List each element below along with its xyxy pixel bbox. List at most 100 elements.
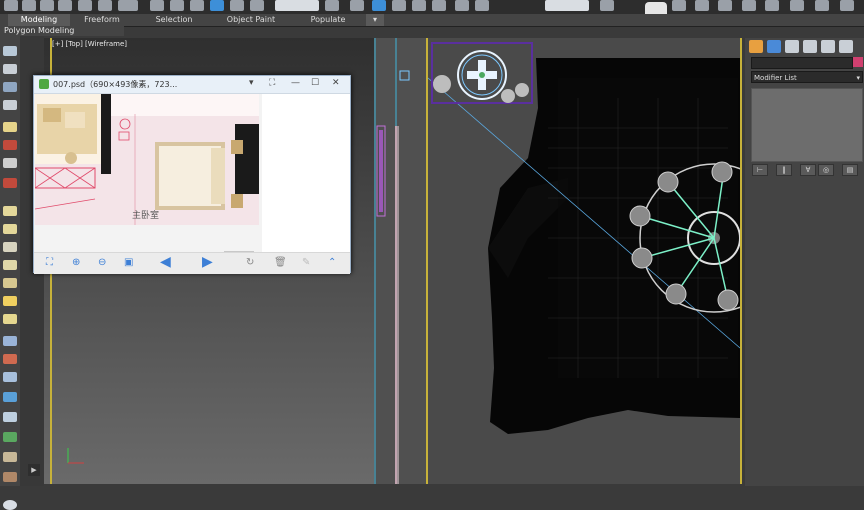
- dome-light-icon[interactable]: [3, 260, 17, 270]
- layer-icon[interactable]: [600, 0, 614, 11]
- link-icon[interactable]: [40, 0, 54, 11]
- rendered-frame-icon[interactable]: [742, 0, 756, 11]
- edit-icon[interactable]: ✎: [302, 257, 310, 268]
- shape-icon[interactable]: [3, 158, 17, 168]
- filter-icon[interactable]: [98, 0, 112, 11]
- particle-icon[interactable]: [3, 336, 17, 346]
- tab-freeform[interactable]: Freeform: [72, 14, 132, 26]
- viewport-perspective[interactable]: [426, 38, 742, 484]
- align-icon[interactable]: [475, 0, 489, 11]
- material-editor-icon[interactable]: [695, 0, 709, 11]
- rect-light-icon[interactable]: [3, 206, 17, 216]
- display-tab-icon[interactable]: [821, 40, 835, 53]
- named-selection-field[interactable]: [545, 0, 589, 11]
- bind-icon[interactable]: [78, 0, 92, 11]
- tab-populate[interactable]: Populate: [294, 14, 362, 26]
- image-viewer-titlebar[interactable]: 007.psd（690×493像素，723... ▾ ⛶ — ☐ ✕: [34, 76, 350, 94]
- delete-icon[interactable]: 🗑: [274, 257, 287, 268]
- options-icon[interactable]: [840, 0, 854, 11]
- grid-icon[interactable]: [3, 100, 17, 110]
- angle-snap-icon[interactable]: [372, 0, 386, 11]
- object-color-swatch[interactable]: [853, 57, 863, 67]
- sun-light-icon[interactable]: [3, 296, 17, 306]
- zoom-in-icon[interactable]: ⊕: [72, 257, 80, 268]
- show-end-result-icon[interactable]: ‖: [776, 164, 792, 176]
- render-setup-icon[interactable]: [718, 0, 732, 11]
- railing-icon[interactable]: [3, 452, 17, 462]
- tab-selection[interactable]: Selection: [140, 14, 208, 26]
- create-tab-icon[interactable]: [749, 40, 763, 53]
- floor-plan-image[interactable]: 主卧室: [35, 94, 259, 225]
- box-icon[interactable]: [3, 64, 17, 74]
- render-production-icon[interactable]: [765, 0, 779, 11]
- move-icon[interactable]: [210, 0, 224, 11]
- zoom-out-icon[interactable]: ⊖: [98, 257, 106, 268]
- fit-window-icon[interactable]: ⛶: [46, 257, 53, 268]
- sky-light-icon[interactable]: [3, 314, 17, 324]
- undo-icon[interactable]: [4, 0, 18, 11]
- rotate-icon[interactable]: [230, 0, 244, 11]
- utilities-tab-icon[interactable]: [839, 40, 853, 53]
- reference-coord-dropdown[interactable]: [275, 0, 319, 11]
- previous-arrow-icon[interactable]: ◀: [160, 254, 171, 270]
- make-unique-icon[interactable]: ∀: [800, 164, 816, 176]
- render-ball-icon[interactable]: [3, 500, 17, 510]
- image-viewer-window[interactable]: 007.psd（690×493像素，723... ▾ ⛶ — ☐ ✕ 主卧室 ⛶…: [33, 75, 351, 274]
- graph-editor-icon[interactable]: [672, 0, 686, 11]
- render-iterative-icon[interactable]: [790, 0, 804, 11]
- configure-sets-icon[interactable]: ▤: [842, 164, 858, 176]
- modifier-stack[interactable]: [751, 88, 863, 162]
- snap-icon[interactable]: [350, 0, 364, 11]
- light-icon[interactable]: [3, 122, 17, 132]
- camera-icon[interactable]: [3, 178, 17, 188]
- maximize-icon[interactable]: ☐: [311, 78, 319, 88]
- close-icon[interactable]: ✕: [332, 78, 340, 88]
- omni-light-icon[interactable]: [3, 278, 17, 288]
- scale-icon[interactable]: [250, 0, 264, 11]
- tab-modeling[interactable]: Modeling: [8, 14, 70, 26]
- rect-select-icon[interactable]: [170, 0, 184, 11]
- system-icon[interactable]: [3, 372, 17, 382]
- terrain-icon[interactable]: [3, 392, 17, 402]
- tab-object-paint[interactable]: Object Paint: [216, 14, 286, 26]
- window-crossing-icon[interactable]: [190, 0, 204, 11]
- sphere-icon[interactable]: [3, 82, 17, 92]
- mirror-icon[interactable]: [455, 0, 469, 11]
- select-icon[interactable]: [118, 0, 138, 11]
- object-name-field[interactable]: [751, 57, 853, 69]
- slideshow-icon[interactable]: ▣: [124, 257, 133, 268]
- percent-snap-icon[interactable]: [392, 0, 406, 11]
- fullscreen-icon[interactable]: ⛶: [269, 78, 275, 88]
- dropdown-icon[interactable]: ▾: [249, 78, 254, 88]
- viewport-label[interactable]: [+] [Top] [Wireframe]: [52, 40, 127, 48]
- rotate-icon[interactable]: ↻: [246, 257, 254, 268]
- disc-light-icon[interactable]: [3, 224, 17, 234]
- hierarchy-tab-icon[interactable]: [785, 40, 799, 53]
- unlink-icon[interactable]: [58, 0, 72, 11]
- create-cloud-icon[interactable]: [3, 46, 17, 56]
- modify-tab-icon[interactable]: [767, 40, 781, 53]
- remove-modifier-icon[interactable]: ◎: [818, 164, 834, 176]
- spot-light-icon[interactable]: [3, 242, 17, 252]
- more-up-icon[interactable]: ⌃: [328, 257, 336, 268]
- polygon-modeling-label[interactable]: Polygon Modeling: [0, 26, 124, 36]
- select-name-icon[interactable]: [150, 0, 164, 11]
- modifier-list-dropdown[interactable]: Modifier List ▾: [751, 71, 863, 83]
- play-icon[interactable]: ▶: [28, 464, 40, 476]
- pin-stack-icon[interactable]: ⊢: [752, 164, 768, 176]
- helper-icon[interactable]: [3, 140, 17, 150]
- spinner-snap-icon[interactable]: [412, 0, 426, 11]
- redo-icon[interactable]: [22, 0, 36, 11]
- viewport-middle[interactable]: [374, 38, 426, 484]
- named-sel-icon[interactable]: [432, 0, 446, 11]
- door-icon[interactable]: [3, 472, 17, 482]
- space-warp-icon[interactable]: [3, 354, 17, 364]
- minimize-icon[interactable]: —: [291, 78, 300, 88]
- next-arrow-icon[interactable]: ▶: [202, 254, 213, 270]
- globe-icon[interactable]: [3, 412, 17, 422]
- foliage-icon[interactable]: [3, 432, 17, 442]
- pivot-icon[interactable]: [325, 0, 339, 11]
- render-cloud-icon[interactable]: [815, 0, 829, 11]
- motion-tab-icon[interactable]: [803, 40, 817, 53]
- ribbon-options-dropdown[interactable]: ▾: [366, 14, 384, 26]
